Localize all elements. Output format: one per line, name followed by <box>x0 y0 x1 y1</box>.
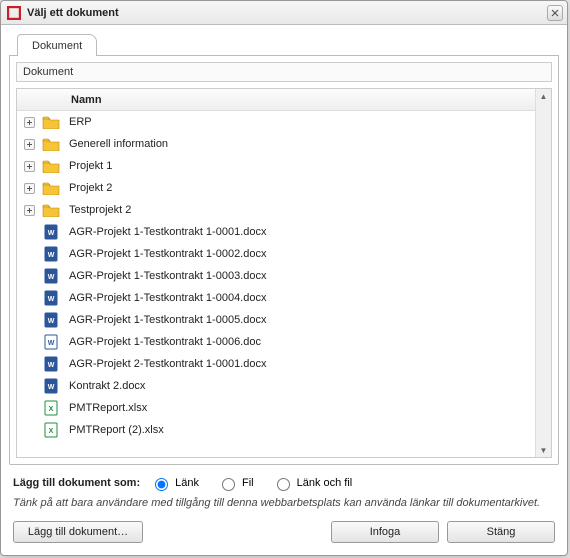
app-logo-icon <box>7 6 21 20</box>
expand-icon[interactable] <box>21 183 37 194</box>
document-tree: Namn ERP Generell information Projekt 1 Pro… <box>16 88 552 458</box>
tree-row[interactable]: W Kontrakt 2.docx <box>17 375 535 397</box>
dialog-window: Välj ett dokument Dokument Dokument Namn… <box>0 0 568 556</box>
window-title: Välj ett dokument <box>27 7 547 19</box>
svg-text:X: X <box>49 428 54 435</box>
word-docx-icon: W <box>37 224 65 240</box>
tree-row[interactable]: Testprojekt 2 <box>17 199 535 221</box>
folder-icon <box>37 137 65 151</box>
scroll-up-arrow-icon[interactable]: ▲ <box>536 89 551 103</box>
close-button[interactable] <box>547 5 563 21</box>
button-row: Lägg till dokument… Infoga Stäng <box>13 521 555 547</box>
word-docx-icon: W <box>37 356 65 372</box>
tree-row[interactable]: W AGR-Projekt 1-Testkontrakt 1-0004.docx <box>17 287 535 309</box>
radio-label: Länk och fil <box>297 477 353 489</box>
tab-strip: Dokument <box>9 33 559 55</box>
folder-icon <box>37 115 65 129</box>
tree-row[interactable]: ERP <box>17 111 535 133</box>
title-bar: Välj ett dokument <box>1 1 567 25</box>
word-docx-icon: W <box>37 246 65 262</box>
word-doc-icon: W <box>37 334 65 350</box>
item-name: PMTReport.xlsx <box>65 402 535 414</box>
item-name: Generell information <box>65 138 535 150</box>
radio-input-link[interactable] <box>155 478 168 491</box>
item-name: AGR-Projekt 1-Testkontrakt 1-0006.doc <box>65 336 535 348</box>
tree-row[interactable]: W AGR-Projekt 1-Testkontrakt 1-0001.docx <box>17 221 535 243</box>
radio-input-link-and-file[interactable] <box>277 478 290 491</box>
radio-label: Länk <box>175 477 199 489</box>
svg-text:W: W <box>48 340 55 347</box>
add-as-radio-group: Lägg till dokument som: Länk Fil Länk oc… <box>13 475 555 491</box>
svg-text:W: W <box>48 274 55 281</box>
word-docx-icon: W <box>37 378 65 394</box>
add-document-button[interactable]: Lägg till dokument… <box>13 521 143 543</box>
excel-icon: X <box>37 400 65 416</box>
tree-row[interactable]: Projekt 1 <box>17 155 535 177</box>
item-name: ERP <box>65 116 535 128</box>
svg-text:W: W <box>48 296 55 303</box>
tree-row[interactable]: X PMTReport.xlsx <box>17 397 535 419</box>
item-name: AGR-Projekt 1-Testkontrakt 1-0004.docx <box>65 292 535 304</box>
expand-icon[interactable] <box>21 117 37 128</box>
tree-row[interactable]: Projekt 2 <box>17 177 535 199</box>
tree-row[interactable]: W AGR-Projekt 1-Testkontrakt 1-0006.doc <box>17 331 535 353</box>
folder-icon <box>37 181 65 195</box>
item-name: AGR-Projekt 1-Testkontrakt 1-0001.docx <box>65 226 535 238</box>
tab-dokument[interactable]: Dokument <box>17 34 97 56</box>
tree-rows: ERP Generell information Projekt 1 Projekt … <box>17 111 535 457</box>
tree-row[interactable]: W AGR-Projekt 2-Testkontrakt 1-0001.docx <box>17 353 535 375</box>
tree-row[interactable]: W AGR-Projekt 1-Testkontrakt 1-0003.docx <box>17 265 535 287</box>
tree-row[interactable]: X PMTReport (2).xlsx <box>17 419 535 441</box>
insert-button[interactable]: Infoga <box>331 521 439 543</box>
svg-text:W: W <box>48 252 55 259</box>
document-panel: Dokument Namn ERP Generell information Pro… <box>9 55 559 465</box>
excel-icon: X <box>37 422 65 438</box>
item-name: AGR-Projekt 2-Testkontrakt 1-0001.docx <box>65 358 535 370</box>
folder-icon <box>37 203 65 217</box>
item-name: Projekt 1 <box>65 160 535 172</box>
radio-option-file[interactable]: Fil <box>217 475 254 491</box>
svg-text:W: W <box>48 362 55 369</box>
item-name: PMTReport (2).xlsx <box>65 424 535 436</box>
column-header-name: Namn <box>67 94 102 106</box>
expand-icon[interactable] <box>21 205 37 216</box>
tree-row[interactable]: W AGR-Projekt 1-Testkontrakt 1-0005.docx <box>17 309 535 331</box>
svg-text:W: W <box>48 230 55 237</box>
tree-column: Namn ERP Generell information Projekt 1 Pro… <box>17 89 535 457</box>
column-header-row: Namn <box>17 89 535 111</box>
word-docx-icon: W <box>37 312 65 328</box>
expand-icon[interactable] <box>21 139 37 150</box>
hint-text: Tänk på att bara användare med tillgång … <box>13 497 555 509</box>
word-docx-icon: W <box>37 290 65 306</box>
item-name: AGR-Projekt 1-Testkontrakt 1-0003.docx <box>65 270 535 282</box>
vertical-scrollbar[interactable]: ▲ ▼ <box>535 89 551 457</box>
add-as-prompt: Lägg till dokument som: <box>13 477 140 489</box>
radio-option-link-and-file[interactable]: Länk och fil <box>272 475 353 491</box>
close-icon <box>551 9 559 17</box>
tree-row[interactable]: Generell information <box>17 133 535 155</box>
bottom-section: Lägg till dokument som: Länk Fil Länk oc… <box>9 465 559 547</box>
close-dialog-button[interactable]: Stäng <box>447 521 555 543</box>
radio-label: Fil <box>242 477 254 489</box>
svg-text:W: W <box>48 318 55 325</box>
radio-option-link[interactable]: Länk <box>150 475 199 491</box>
radio-input-file[interactable] <box>222 478 235 491</box>
svg-text:W: W <box>48 384 55 391</box>
panel-title: Dokument <box>16 62 552 82</box>
svg-text:X: X <box>49 406 54 413</box>
dialog-content: Dokument Dokument Namn ERP Generell infor… <box>1 25 567 555</box>
item-name: Kontrakt 2.docx <box>65 380 535 392</box>
item-name: AGR-Projekt 1-Testkontrakt 1-0002.docx <box>65 248 535 260</box>
item-name: Projekt 2 <box>65 182 535 194</box>
scroll-down-arrow-icon[interactable]: ▼ <box>536 443 551 457</box>
word-docx-icon: W <box>37 268 65 284</box>
item-name: AGR-Projekt 1-Testkontrakt 1-0005.docx <box>65 314 535 326</box>
tree-row[interactable]: W AGR-Projekt 1-Testkontrakt 1-0002.docx <box>17 243 535 265</box>
item-name: Testprojekt 2 <box>65 204 535 216</box>
folder-icon <box>37 159 65 173</box>
expand-icon[interactable] <box>21 161 37 172</box>
